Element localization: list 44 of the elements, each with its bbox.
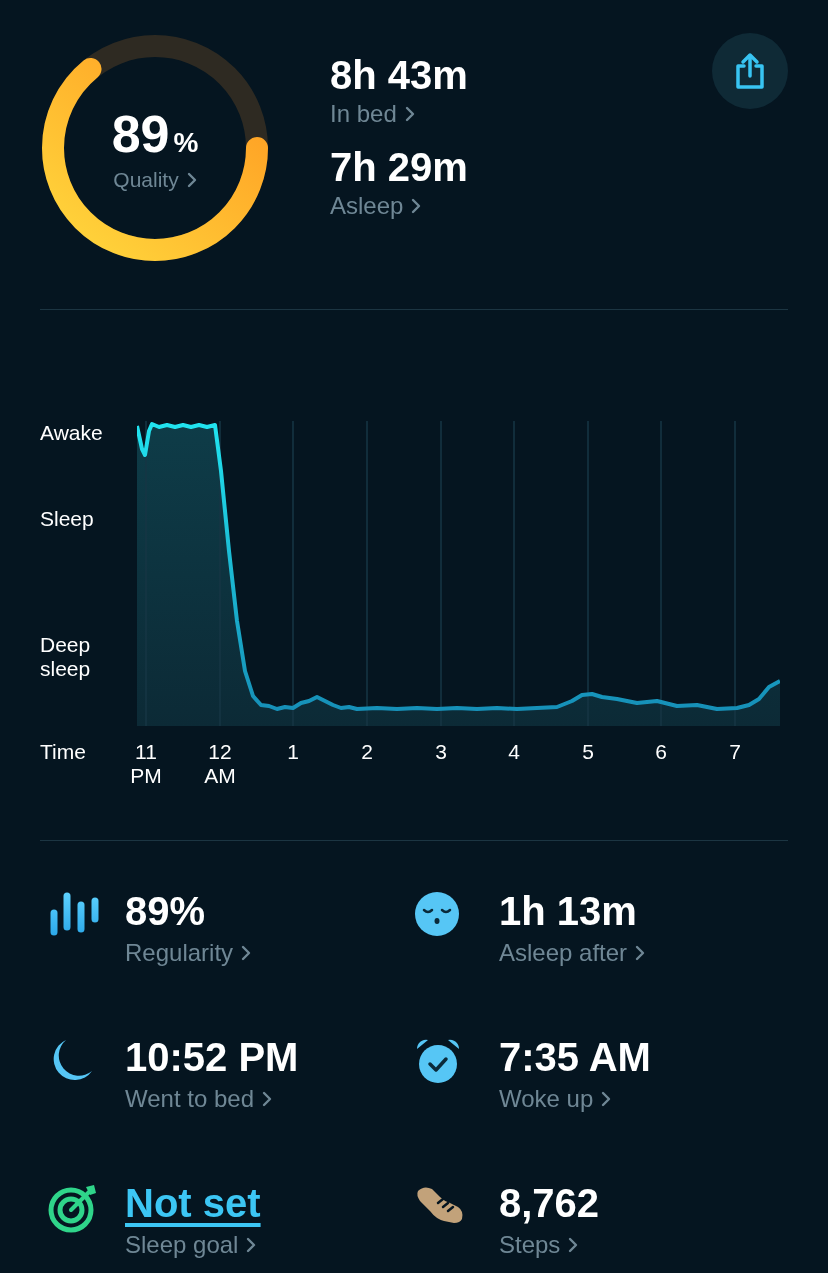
quality-value: 89%	[111, 108, 199, 161]
chevron-icon	[411, 198, 422, 214]
stat-value: 7:35 AM	[499, 1034, 651, 1081]
chevron-icon	[635, 945, 646, 961]
stat-label-link[interactable]: Asleep after	[499, 935, 646, 971]
quality-link[interactable]: Quality	[113, 164, 197, 196]
time-tick-label: 4	[508, 740, 520, 764]
stat-value: 89%	[125, 888, 206, 935]
deep-sleep-label: Deep sleep	[40, 633, 92, 681]
alarm-clock-icon	[414, 1037, 462, 1085]
chevron-icon	[404, 106, 415, 122]
stat-label-link[interactable]: Woke up	[499, 1081, 612, 1117]
time-tick-label: 12 AM	[204, 740, 236, 788]
chevron-icon	[246, 1237, 257, 1253]
time-tick-label: 1	[287, 740, 299, 764]
time-tick-label: 7	[729, 740, 741, 764]
metric-value: 8h 43m	[330, 52, 468, 99]
stat-label-link[interactable]: Sleep goal	[125, 1227, 257, 1263]
stat-label-link[interactable]: Steps	[499, 1227, 579, 1263]
metric-value: 7h 29m	[330, 144, 468, 191]
share-icon	[733, 52, 767, 90]
stat-value: 8,762	[499, 1180, 600, 1227]
time-tick-label: 3	[435, 740, 447, 764]
bars-icon	[48, 891, 102, 937]
chevron-icon	[241, 945, 252, 961]
time-axis-title: Time	[40, 740, 87, 765]
time-tick-label: 6	[655, 740, 667, 764]
chevron-icon	[601, 1091, 612, 1107]
metric-link[interactable]: In bed	[330, 99, 415, 129]
stat-value: 1h 13m	[499, 888, 637, 935]
awake-label: Awake	[40, 421, 103, 445]
stat-value: 10:52 PM	[125, 1034, 299, 1081]
stat-link[interactable]: Not set	[125, 1179, 261, 1227]
sleeping-face-icon	[414, 891, 460, 937]
time-tick-label: 11 PM	[130, 740, 162, 788]
chevron-icon	[262, 1091, 272, 1107]
chevron-icon	[186, 172, 197, 188]
time-tick-label: 5	[582, 740, 594, 764]
time-tick-label: 2	[361, 740, 373, 764]
chevron-icon	[568, 1237, 579, 1253]
metric-link[interactable]: Asleep	[330, 191, 422, 221]
stat-label-link[interactable]: Went to bed	[125, 1081, 272, 1117]
sleep-label: Sleep	[40, 507, 94, 531]
stat-label-link[interactable]: Regularity	[125, 935, 252, 971]
